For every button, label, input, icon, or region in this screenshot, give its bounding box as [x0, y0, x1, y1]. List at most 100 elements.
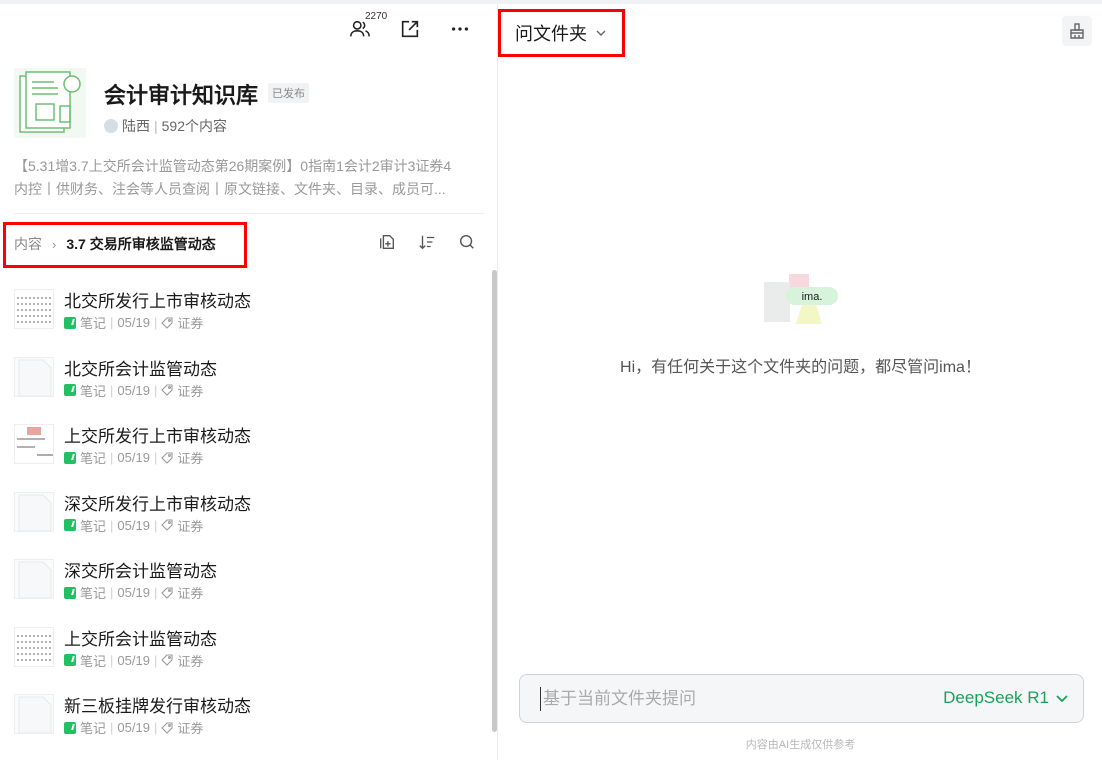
- tag-icon: [161, 316, 173, 329]
- item-tag: 证券: [177, 586, 204, 601]
- more-icon: [451, 27, 469, 31]
- meta-separator: |: [153, 382, 158, 398]
- item-date: 05/19: [117, 315, 150, 330]
- item-date: 05/19: [117, 652, 150, 668]
- chevron-down-icon: [596, 30, 606, 36]
- kb-description-line-2: 内控丨供财务、注会等人员查阅丨原文链接、文件夹、目录、成员可...: [14, 181, 446, 197]
- ask-folder-label: 问文件夹: [515, 24, 587, 44]
- search-button[interactable]: [457, 232, 477, 252]
- item-title: 上交所会计监管动态: [64, 629, 217, 649]
- members-button[interactable]: 2270: [335, 11, 387, 44]
- list-item[interactable]: 上交所会计监管动态 笔记 | 05/19 | 证券: [14, 612, 484, 680]
- item-date: 05/19: [117, 517, 150, 533]
- item-type: 笔记: [80, 518, 107, 534]
- chevron-right-icon: ›: [52, 236, 57, 252]
- section-divider: [14, 213, 484, 214]
- meta-separator: |: [153, 720, 158, 735]
- breadcrumb-root[interactable]: 内容: [14, 234, 42, 254]
- tag-icon: [161, 721, 173, 734]
- item-tag: 证券: [177, 451, 204, 466]
- item-title: 深交所发行上市审核动态: [64, 494, 251, 514]
- item-meta: 笔记 | 05/19 | 证券: [64, 516, 203, 535]
- published-badge: 已发布: [268, 83, 309, 103]
- item-tag: 证券: [177, 721, 204, 736]
- meta-separator: |: [110, 517, 114, 533]
- meta-separator: |: [153, 652, 158, 668]
- knowledge-base-panel: 2270 会计审计知识库 已发布 陆西 | 592个内容 【5.31增3.7上交…: [0, 4, 498, 760]
- kb-toolbar: 2270: [335, 11, 485, 44]
- model-name: DeepSeek R1: [943, 688, 1049, 707]
- list-item[interactable]: 新三板挂牌发行审核动态 笔记 | 05/19 | 证券: [14, 679, 484, 747]
- item-meta: 笔记 | 05/19 | 证券: [64, 583, 203, 602]
- broom-icon: [1070, 23, 1084, 39]
- item-title: 新三板挂牌发行审核动态: [64, 697, 251, 716]
- sort-button[interactable]: [417, 232, 437, 252]
- question-input[interactable]: [540, 687, 920, 711]
- item-tag: 证券: [177, 653, 204, 669]
- ai-disclaimer: 内容由AI生成仅供参考: [745, 739, 856, 751]
- welcome-hint: Hi，有任何关于这个文件夹的问题，都尽管问ima！: [620, 359, 981, 376]
- item-title: 上交所发行上市审核动态: [64, 427, 251, 446]
- list-item[interactable]: 北交所会计监管动态 笔记 | 05/19 | 证券: [14, 342, 484, 410]
- meta-separator: |: [153, 315, 158, 330]
- note-icon: [64, 451, 76, 464]
- meta-separator: |: [154, 118, 158, 134]
- more-button[interactable]: [435, 14, 485, 44]
- list-item[interactable]: 上交所发行上市审核动态 笔记 | 05/19 | 证券: [14, 409, 484, 477]
- note-icon: [64, 721, 76, 734]
- item-thumbnail: [14, 626, 54, 667]
- list-tools: [377, 232, 477, 252]
- meta-separator: |: [110, 720, 114, 735]
- item-type: 笔记: [80, 451, 107, 466]
- ask-panel: 问文件夹 ima. Hi，有任何关于这个文件夹的问题，都尽管问ima！ Deep…: [498, 4, 1102, 760]
- item-title: 北交所发行上市审核动态: [64, 292, 251, 311]
- content-list: 北交所发行上市审核动态 笔记 | 05/19 | 证券 北交所会计监管动态 笔记 | 05/19 |…: [14, 274, 484, 747]
- item-meta: 笔记 | 05/19 | 证券: [64, 718, 203, 737]
- list-item[interactable]: 北交所发行上市审核动态 笔记 | 05/19 | 证券: [14, 274, 484, 342]
- share-button[interactable]: [385, 14, 435, 44]
- meta-separator: |: [110, 585, 114, 600]
- note-icon: [64, 316, 76, 329]
- meta-separator: |: [110, 450, 114, 465]
- kb-description[interactable]: 【5.31增3.7上交所会计监管动态第26期案例】0指南1会计2审计3证券4 内…: [14, 155, 484, 201]
- item-date: 05/19: [117, 585, 150, 600]
- model-selector[interactable]: DeepSeek R1: [943, 688, 1069, 708]
- meta-separator: |: [153, 517, 158, 533]
- item-date: 05/19: [117, 382, 150, 398]
- item-type: 笔记: [80, 383, 107, 399]
- item-meta: 笔记 | 05/19 | 证券: [64, 651, 203, 670]
- item-meta: 笔记 | 05/19 | 证券: [64, 448, 203, 467]
- sort-icon: [419, 235, 435, 250]
- item-type: 笔记: [80, 586, 107, 601]
- kb-meta: 陆西 | 592个内容: [104, 116, 227, 136]
- kb-author[interactable]: 陆西: [122, 116, 150, 136]
- share-icon: [401, 20, 419, 38]
- item-title: 北交所会计监管动态: [64, 359, 217, 379]
- note-icon: [64, 586, 76, 599]
- tag-icon: [161, 519, 173, 531]
- meta-separator: |: [110, 652, 114, 668]
- search-icon: [459, 234, 474, 249]
- author-avatar: [104, 119, 118, 133]
- add-file-icon: [380, 235, 394, 249]
- breadcrumb: 内容 › 3.7 交易所审核监管动态: [14, 234, 216, 254]
- item-date: 05/19: [117, 450, 150, 465]
- item-thumbnail: [14, 491, 54, 532]
- clear-button[interactable]: [1062, 16, 1092, 46]
- ask-folder-dropdown[interactable]: 问文件夹: [515, 20, 607, 46]
- item-type: 笔记: [80, 653, 107, 669]
- item-title: 深交所会计监管动态: [64, 562, 217, 581]
- add-content-button[interactable]: [377, 232, 397, 252]
- meta-separator: |: [110, 315, 114, 330]
- item-thumbnail: [14, 356, 54, 397]
- meta-separator: |: [110, 382, 114, 398]
- item-type: 笔记: [80, 721, 107, 736]
- item-tag: 证券: [177, 316, 204, 331]
- list-item[interactable]: 深交所发行上市审核动态 笔记 | 05/19 | 证券: [14, 477, 484, 545]
- scrollbar[interactable]: [492, 270, 497, 732]
- tag-icon: [161, 451, 173, 464]
- meta-separator: |: [153, 585, 158, 600]
- note-icon: [64, 519, 76, 531]
- note-icon: [64, 654, 76, 666]
- list-item[interactable]: 深交所会计监管动态 笔记 | 05/19 | 证券: [14, 544, 484, 612]
